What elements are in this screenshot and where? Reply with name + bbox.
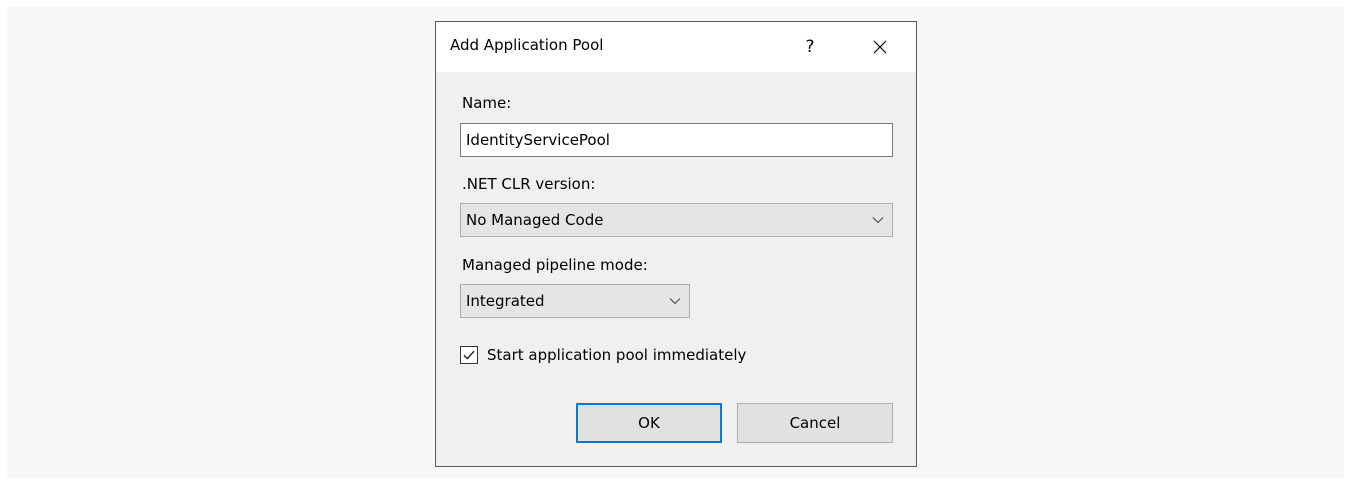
clr-version-dropdown[interactable]: No Managed Code <box>460 203 893 237</box>
name-label: Name: <box>462 94 512 112</box>
close-icon <box>873 40 887 54</box>
dialog-titlebar: Add Application Pool ? <box>436 22 916 72</box>
close-button[interactable] <box>860 30 900 64</box>
help-icon: ? <box>805 37 815 57</box>
start-immediately-label: Start application pool immediately <box>487 346 747 364</box>
checkmark-icon <box>463 350 475 360</box>
clr-version-value: No Managed Code <box>466 211 604 229</box>
start-immediately-option[interactable]: Start application pool immediately <box>460 345 746 365</box>
pipeline-mode-value: Integrated <box>466 292 545 310</box>
name-input[interactable] <box>460 123 893 157</box>
ok-button[interactable]: OK <box>576 403 722 443</box>
chevron-down-icon <box>872 204 884 236</box>
pipeline-mode-label: Managed pipeline mode: <box>462 256 648 274</box>
cancel-button[interactable]: Cancel <box>737 403 893 443</box>
add-application-pool-dialog: Add Application Pool ? Name: .NET CLR ve… <box>435 21 917 467</box>
pipeline-mode-dropdown[interactable]: Integrated <box>460 284 690 318</box>
help-button[interactable]: ? <box>792 30 828 64</box>
chevron-down-icon <box>669 285 681 317</box>
clr-version-label: .NET CLR version: <box>462 175 596 193</box>
dialog-title: Add Application Pool <box>450 36 604 54</box>
start-immediately-checkbox[interactable] <box>460 346 478 364</box>
